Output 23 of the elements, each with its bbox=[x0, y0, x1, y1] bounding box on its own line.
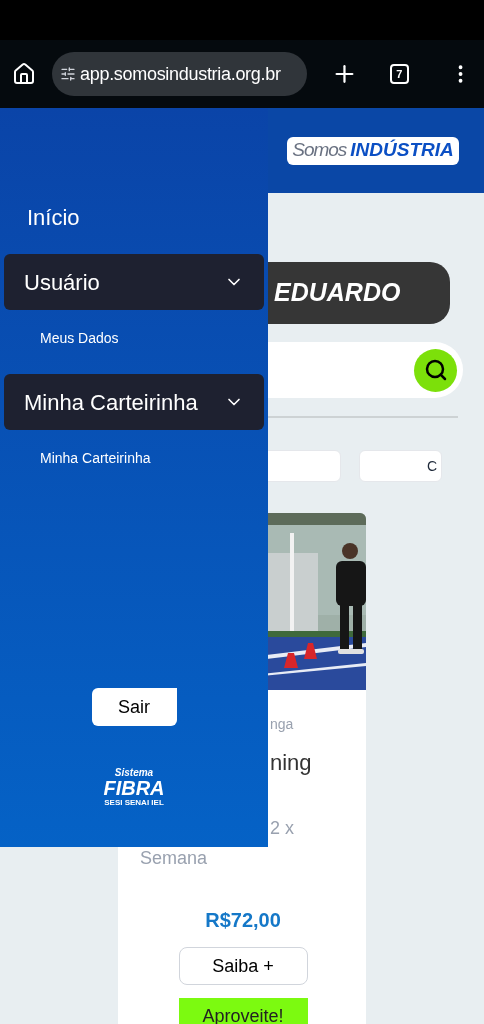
card-category: nga bbox=[270, 716, 294, 732]
home-icon[interactable] bbox=[12, 62, 36, 86]
search-button[interactable] bbox=[414, 348, 457, 392]
address-bar[interactable]: app.somosindustria.org.br bbox=[52, 52, 307, 96]
menu-group[interactable]: Usuário bbox=[4, 254, 264, 310]
menu-link[interactable]: Início bbox=[27, 201, 80, 227]
url-text: app.somosindustria.org.br bbox=[80, 62, 281, 86]
tab-count-button[interactable]: 7 bbox=[389, 64, 409, 84]
filter-field[interactable]: C bbox=[359, 450, 442, 482]
search-icon bbox=[423, 358, 448, 382]
submenu-link[interactable]: Meus Dados bbox=[40, 328, 119, 349]
greeting-name: EDUARDO bbox=[274, 277, 401, 309]
menu-group[interactable]: Minha Carteirinha bbox=[4, 374, 264, 430]
submenu-link[interactable]: Minha Carteirinha bbox=[40, 448, 151, 469]
card-price: R$72,00 bbox=[205, 908, 281, 933]
site-settings-icon[interactable] bbox=[60, 66, 76, 82]
brand-logo: Somos INDÚSTRIA bbox=[287, 136, 459, 165]
footer-logo: Sistema FIBRA SESI SENAI IEL bbox=[103, 768, 165, 807]
card-schedule: Semana bbox=[140, 848, 208, 868]
card-schedule: 2 x bbox=[270, 818, 294, 838]
card-title: ning bbox=[270, 750, 312, 775]
logout-button[interactable]: Sair bbox=[91, 688, 177, 726]
details-button[interactable]: Saiba + bbox=[178, 947, 308, 985]
